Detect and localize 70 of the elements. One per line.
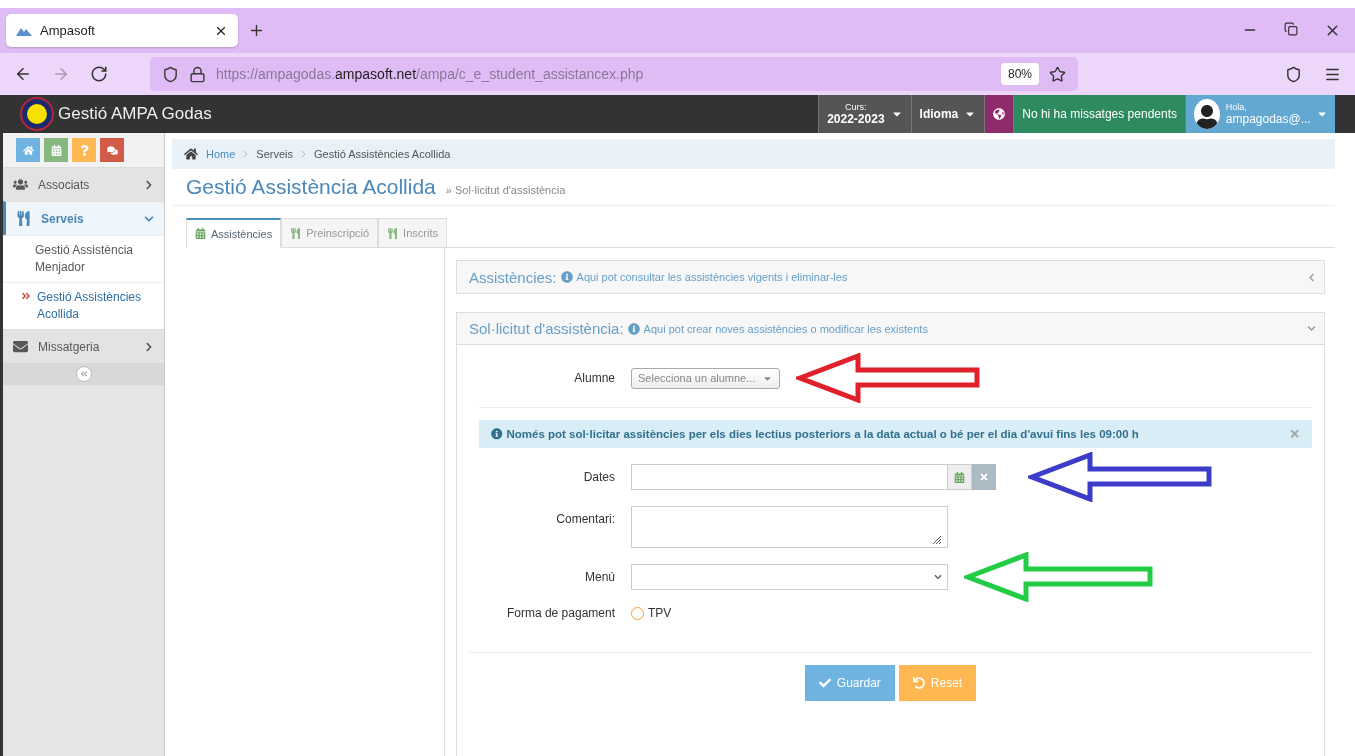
alert-text: Només pot sol·licitar assitències per els dies lectius posteriors a la data actual o bé per el dia d'avui fins les 09:00 h xyxy=(506,428,1140,440)
collapse-icon[interactable] xyxy=(75,366,92,382)
globe-icon[interactable] xyxy=(984,95,1014,133)
envelope-icon xyxy=(13,339,28,354)
chevron-right-icon xyxy=(144,179,154,190)
course-dropdown[interactable]: Curs: 2022-2023 xyxy=(818,95,911,133)
page-title: Gestió Assistència Acollida xyxy=(186,175,436,199)
dates-field[interactable] xyxy=(631,464,948,490)
calendar-icon xyxy=(50,144,62,156)
home-icon xyxy=(184,147,198,161)
field-label: Forma de pagament xyxy=(505,606,615,620)
sun-logo-icon xyxy=(20,97,54,131)
url-text: https://ampagodas.ampasoft.net/ampa/c_e_student_assistancex.php xyxy=(216,66,645,82)
field-label: Menú xyxy=(583,570,615,584)
fork-knife-icon xyxy=(290,227,302,239)
double-chevron-icon xyxy=(21,291,31,301)
calendar-icon xyxy=(195,228,206,239)
avatar-icon xyxy=(1194,99,1220,129)
sidebar-item[interactable]: Serveis xyxy=(3,201,164,235)
chevron-down-icon xyxy=(934,573,942,581)
home-icon xyxy=(22,144,34,156)
lock-icon xyxy=(189,65,206,83)
info-icon xyxy=(491,428,503,440)
radio-option[interactable]: TPV xyxy=(631,606,672,620)
breadcrumb-item: Serveis xyxy=(256,148,294,160)
home-button[interactable] xyxy=(16,138,40,162)
radio-button[interactable] xyxy=(631,606,644,620)
question-mark-icon xyxy=(78,144,90,156)
app-title: Gestió AMPA Godas xyxy=(58,104,212,124)
breadcrumb-link[interactable]: Home xyxy=(206,148,236,160)
chevron-down-icon xyxy=(144,213,154,224)
sidebar-subitem[interactable]: Gestió Assistència Menjador xyxy=(3,235,164,282)
messages-notice[interactable]: No hi ha missatges pendents xyxy=(1013,95,1185,133)
chevron-right-icon xyxy=(144,341,154,352)
browser-tab[interactable]: Ampasoft xyxy=(6,14,238,47)
sidebar-subitem[interactable]: Gestió Assistències Acollida xyxy=(3,282,164,329)
info-icon xyxy=(560,271,573,283)
new-tab-icon[interactable] xyxy=(248,22,265,39)
chevron-right-icon xyxy=(243,150,249,158)
speech-bubbles-icon xyxy=(106,144,118,156)
tab[interactable]: Assistències xyxy=(186,218,282,248)
chevron-left-icon xyxy=(1307,272,1316,282)
chevron-down-icon xyxy=(1307,324,1316,333)
fork-knife-icon xyxy=(387,227,399,239)
undo-icon xyxy=(912,677,925,689)
language-dropdown[interactable]: Idioma xyxy=(910,95,985,133)
address-bar[interactable]: https://ampagodas.ampasoft.net/ampa/c_e_student_assistancex.php 80% xyxy=(150,57,1078,91)
reload-icon[interactable] xyxy=(90,65,108,83)
speech-bubbles-button[interactable] xyxy=(100,138,124,162)
field-label: Comentari: xyxy=(555,511,615,526)
field-label: Dates xyxy=(582,470,615,484)
restore-icon[interactable] xyxy=(1284,22,1298,36)
info-icon xyxy=(627,322,640,335)
zoom-badge[interactable]: 80% xyxy=(1000,63,1039,85)
calendar-icon[interactable] xyxy=(948,464,972,490)
chevron-right-icon xyxy=(301,150,307,158)
close-icon xyxy=(979,472,989,482)
users-icon xyxy=(13,177,28,192)
comment-field[interactable] xyxy=(631,506,948,548)
student-select[interactable]: Selecciona un alumne... xyxy=(631,367,780,389)
shield-icon xyxy=(162,65,179,83)
back-icon[interactable] xyxy=(14,65,32,83)
star-icon[interactable] xyxy=(1049,65,1066,83)
check-icon xyxy=(818,677,831,689)
page-subtitle: » Sol·licitut d'assistència xyxy=(445,184,566,196)
breadcrumb-item: Gestió Assistències Acollida xyxy=(314,148,451,160)
calendar-button[interactable] xyxy=(44,138,68,162)
field-label: Alumne xyxy=(573,371,615,385)
fork-knife-icon xyxy=(16,211,31,226)
resize-handle-icon[interactable] xyxy=(932,535,942,545)
